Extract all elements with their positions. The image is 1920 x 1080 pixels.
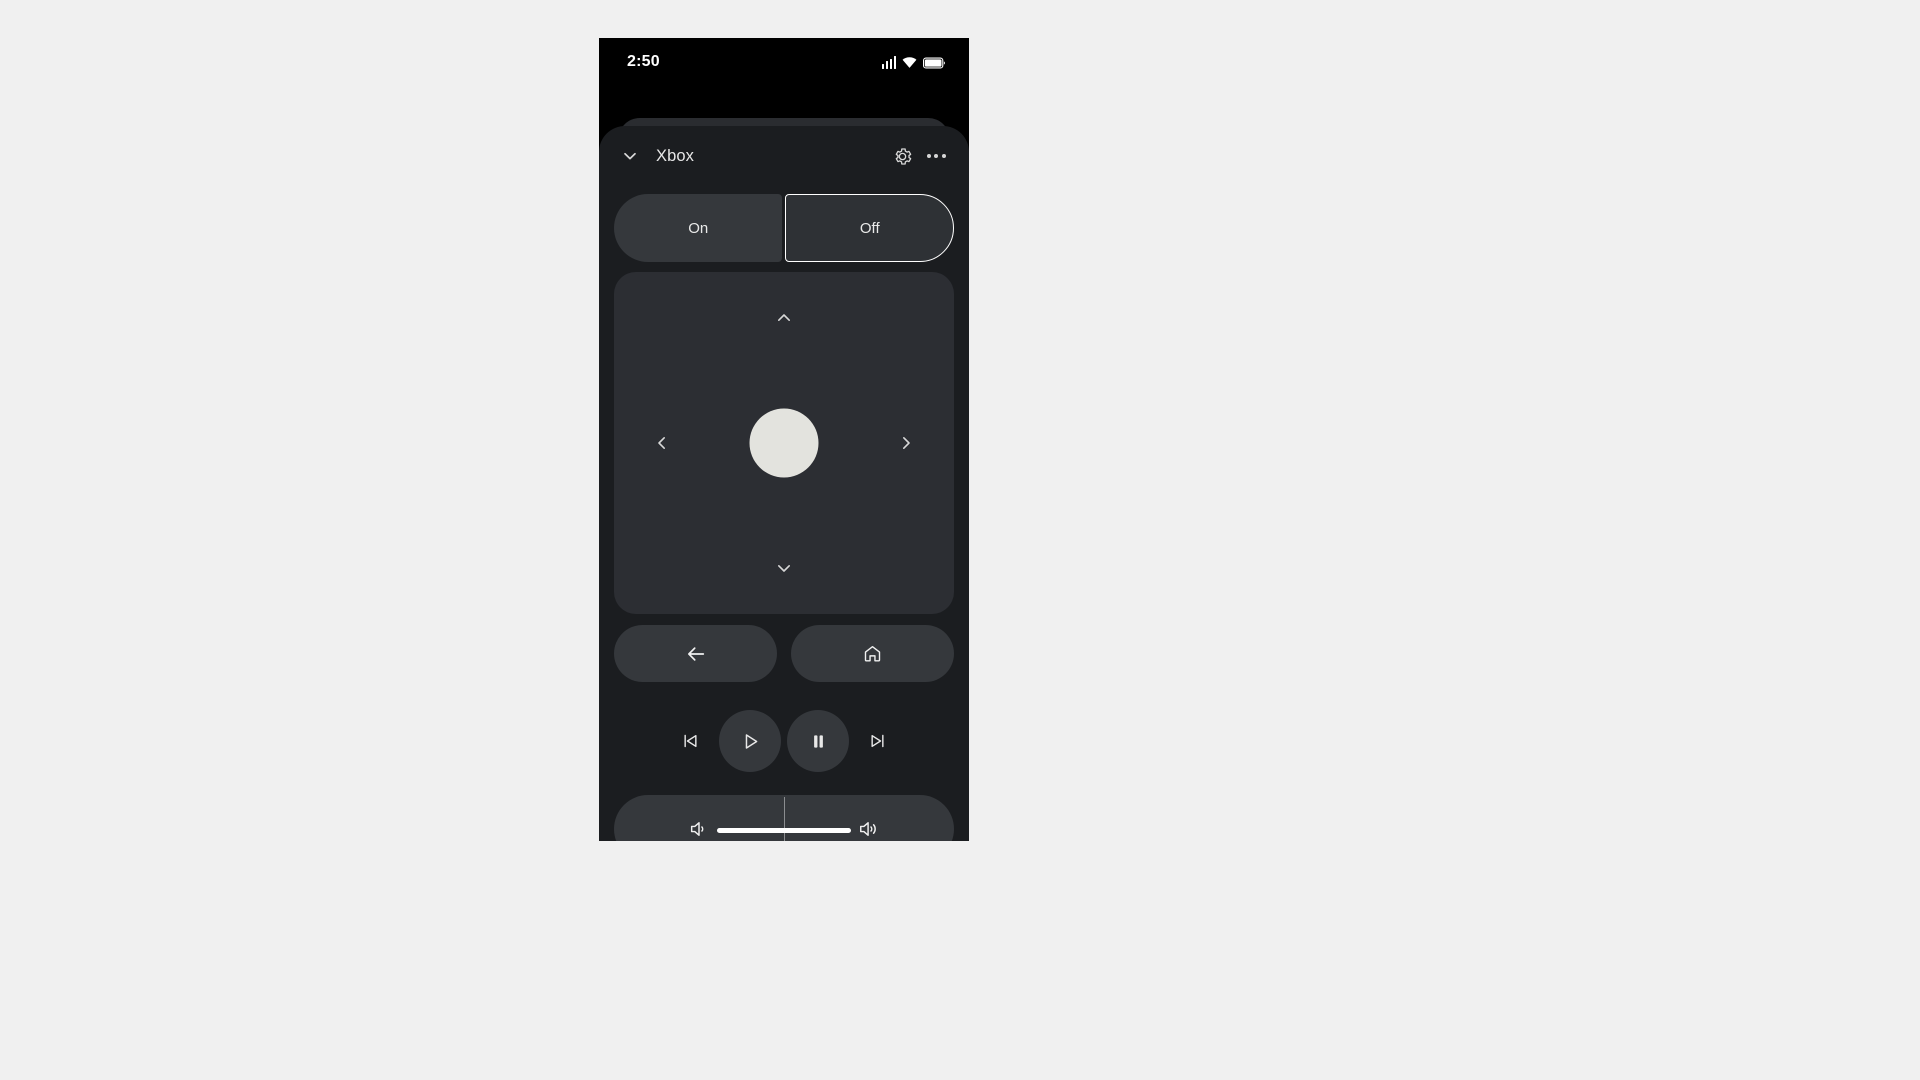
page-title: Xbox: [656, 146, 695, 165]
battery-icon: [923, 57, 945, 69]
status-bar: 2:50: [599, 38, 969, 86]
toggle-option-on-label: On: [688, 219, 709, 237]
toggle-option-off[interactable]: Off: [785, 194, 954, 262]
chevron-right-icon: [896, 433, 916, 453]
phone-screenshot: 2:50 Xbox On Off: [599, 38, 969, 841]
dpad-right-button[interactable]: [882, 415, 930, 471]
chevron-left-icon: [652, 433, 672, 453]
more-horizontal-icon: [926, 154, 946, 158]
volume-down-button[interactable]: [614, 795, 784, 841]
volume-up-button[interactable]: [784, 795, 954, 841]
volume-row: [614, 795, 954, 841]
back-button[interactable]: [614, 625, 777, 682]
toggle-option-on[interactable]: On: [614, 194, 783, 262]
navigation-row: [614, 625, 954, 682]
toggle-option-off-label: Off: [859, 219, 880, 237]
gear-icon: [892, 146, 913, 167]
screenshot-canvas: 2:50 Xbox On Off: [0, 0, 1920, 1080]
chevron-down-icon: [774, 558, 794, 578]
overflow-menu-button[interactable]: [919, 139, 953, 173]
dpad-left-button[interactable]: [638, 415, 686, 471]
dpad-down-button[interactable]: [756, 544, 812, 592]
signal-icon: [881, 55, 896, 69]
pause-icon: [808, 731, 829, 752]
volume-down-icon: [688, 818, 710, 840]
pause-button[interactable]: [787, 710, 849, 772]
dpad-up-button[interactable]: [756, 294, 812, 342]
volume-up-icon: [858, 818, 880, 840]
next-button[interactable]: [855, 718, 901, 764]
status-time: 2:50: [627, 53, 660, 70]
collapse-button[interactable]: [613, 139, 647, 173]
status-icons: [881, 55, 946, 69]
wifi-icon: [902, 56, 917, 69]
chevron-down-icon: [620, 146, 640, 166]
home-icon: [862, 643, 883, 664]
settings-button[interactable]: [885, 139, 919, 173]
home-indicator-bar[interactable]: [717, 828, 851, 833]
power-toggle: On Off: [614, 194, 954, 262]
arrow-left-icon: [685, 643, 707, 665]
previous-button[interactable]: [667, 718, 713, 764]
play-icon: [740, 731, 761, 752]
dpad-center-ok-button[interactable]: [749, 408, 819, 478]
dpad-panel: [614, 272, 954, 614]
home-button[interactable]: [791, 625, 954, 682]
chevron-up-icon: [774, 308, 794, 328]
skip-next-icon: [868, 731, 888, 751]
device-control-sheet: Xbox On Off: [599, 126, 969, 841]
sheet-header: Xbox: [599, 126, 969, 186]
media-controls: [599, 698, 969, 784]
skip-previous-icon: [680, 731, 700, 751]
play-button[interactable]: [719, 710, 781, 772]
